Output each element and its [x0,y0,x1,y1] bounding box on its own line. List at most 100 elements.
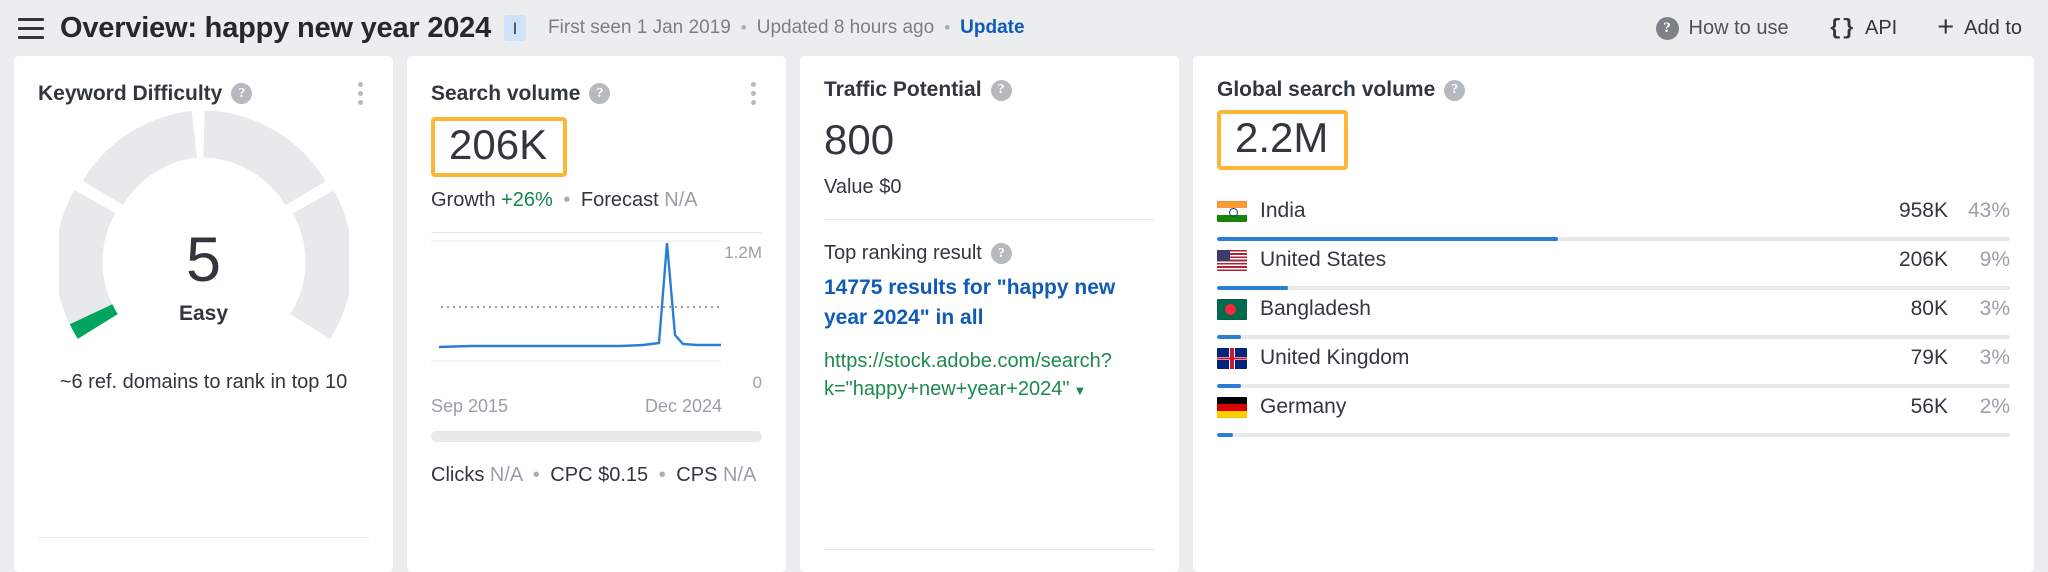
country-volume: 958K [1898,199,1948,223]
card-header: Traffic Potential ? [824,78,1155,102]
kebab-dot [358,100,363,105]
updated-text: Updated 8 hours ago [756,17,935,38]
api-label: API [1864,16,1898,39]
country-percent: 9% [1979,248,2010,272]
chart-x-start-label: Sep 2015 [431,396,509,417]
plus-icon: + [1937,11,1955,44]
chart-x-axis: Sep 2015 Dec 2024 [431,396,762,417]
difficulty-gauge: 5 Easy [38,111,369,363]
traffic-potential-value-line: Value $0 [824,176,902,199]
country-share-bar [1217,384,2010,389]
country-share-bar-fill [1217,335,1241,340]
country-volume: 206K [1898,248,1948,272]
country-breakdown-list: India 958K 43% United States 206K 9% Banglades… [1217,192,2010,438]
country-row[interactable]: United Kingdom 79K 3% [1217,339,2010,389]
keyword-difficulty-card: Keyword Difficulty ? 5 Easy ~6 ref. doma… [14,56,393,572]
more-options-icon[interactable] [352,78,369,109]
card-header: Keyword Difficulty ? [38,78,369,109]
menu-bar [18,17,44,21]
question-mark-icon[interactable]: ? [1444,79,1466,101]
traffic-potential-card: Traffic Potential ? 800 Value $0 Top ran… [800,56,1179,572]
growth-value: +26% [501,189,553,212]
cpc-value: $0.15 [598,464,649,487]
caret-down-icon[interactable]: ▼ [1074,382,1087,400]
menu-bar [18,35,44,39]
country-volume: 56K [1910,395,1948,419]
bangladesh-flag-icon [1217,298,1247,320]
search-volume-trend-chart[interactable]: 1.2M 0 [431,239,762,394]
card-divider [431,232,762,234]
difficulty-note: ~6 ref. domains to rank in top 10 [59,371,348,393]
more-options-icon[interactable] [745,78,762,109]
india-flag-icon [1217,200,1247,222]
country-line: United Kingdom 79K 3% [1217,341,2010,375]
code-braces-icon: {} [1828,15,1855,41]
card-title: Global search volume [1217,78,1436,101]
country-share-bar [1217,286,2010,291]
keyword-badge[interactable]: I [504,15,527,41]
api-button[interactable]: {} API [1829,16,1898,41]
question-mark-icon[interactable]: ? [231,83,253,104]
page-meta: First seen 1 Jan 2019 • Updated 8 hours … [548,17,1025,39]
card-header: Global search volume ? [1217,78,2010,102]
search-volume-value: 206K [449,121,548,168]
chart-x-end-label: Dec 2024 [644,396,722,417]
country-share-bar [1217,237,2010,242]
country-name: United States [1260,248,1387,272]
kebab-dot [358,82,363,87]
united-kingdom-flag-icon [1217,347,1247,369]
country-percent: 3% [1979,346,2010,370]
question-mark-icon[interactable]: ? [990,79,1012,101]
question-mark-icon: ? [1655,16,1679,40]
how-to-use-label: How to use [1688,16,1789,39]
question-mark-icon[interactable]: ? [589,83,611,104]
country-row[interactable]: India 958K 43% [1217,192,2010,242]
top-ranking-result-url[interactable]: https://stock.adobe.com/search?k="happy+… [824,347,1155,404]
country-row[interactable]: United States 206K 9% [1217,241,2010,291]
page-title: Overview: happy new year 2024 [60,11,492,44]
chart-range-scrollbar[interactable] [431,431,762,443]
meta-separator: • [740,18,747,37]
country-row[interactable]: Germany 56K 2% [1217,388,2010,438]
kebab-dot [751,91,756,96]
kebab-dot [751,100,756,105]
hamburger-menu-icon[interactable] [14,11,48,45]
global-search-volume-card: Global search volume ? 2.2M India 958K 43%… [1193,56,2034,572]
country-share-bar-fill [1217,286,1289,291]
card-title: Traffic Potential [824,78,982,101]
country-percent: 43% [1967,199,2010,223]
menu-bar [18,26,44,30]
forecast-label: Forecast [580,189,659,212]
country-volume: 79K [1910,346,1948,370]
card-divider [824,219,1155,221]
country-line: United States 206K 9% [1217,243,2010,277]
country-percent: 2% [1979,395,2010,419]
add-to-label: Add to [1964,16,2022,39]
difficulty-score: 5 [185,225,222,295]
question-mark-icon[interactable]: ? [990,243,1012,265]
update-link[interactable]: Update [960,17,1024,39]
country-percent: 3% [1979,297,2010,321]
top-ranking-result-link[interactable]: 14775 results for "happy new year 2024" … [824,273,1155,333]
separator: • [658,464,666,487]
add-to-button[interactable]: + Add to [1937,11,2022,44]
card-title: Search volume [431,81,581,105]
how-to-use-button[interactable]: ? How to use [1655,16,1789,40]
germany-flag-icon [1217,396,1247,418]
country-row[interactable]: Bangladesh 80K 3% [1217,290,2010,340]
app-header: Overview: happy new year 2024 I First se… [0,0,2048,56]
country-name: India [1260,199,1306,223]
country-line: Bangladesh 80K 3% [1217,292,2010,326]
kebab-dot [358,91,363,96]
kebab-dot [751,82,756,87]
country-line: India 958K 43% [1217,194,2010,228]
url-text: https://stock.adobe.com/search?k="happy+… [824,349,1112,401]
search-volume-highlight: 206K [431,117,568,178]
country-name: Germany [1260,395,1347,419]
cps-label: CPS [676,464,718,487]
country-volume: 80K [1910,297,1948,321]
card-divider [824,549,1155,550]
growth-forecast-line: Growth +26% • Forecast N/A [431,189,762,212]
sparkline-svg [431,240,721,362]
separator: • [532,464,540,487]
